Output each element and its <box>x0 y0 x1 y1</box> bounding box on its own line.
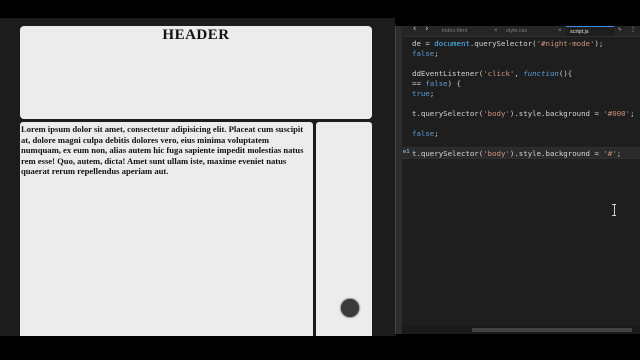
code-token: ; <box>616 149 622 158</box>
tab-index-html[interactable]: index.html × <box>438 26 504 36</box>
code-token: '#000' <box>603 109 631 118</box>
header-title: HEADER <box>162 27 230 43</box>
edit-icon[interactable]: ✎ <box>618 26 622 33</box>
code-token: '#night-mode' <box>536 39 595 48</box>
code-token: ); <box>594 39 604 48</box>
tab-style-css[interactable]: style.css × <box>502 26 568 36</box>
page-header: HEADER <box>20 26 372 119</box>
code-token: false <box>425 79 448 88</box>
code-token: 'click' <box>483 69 515 78</box>
code-token: true <box>412 89 430 98</box>
editor-tabbar: ‹ › index.html × style.css × script.js ✎… <box>402 26 640 37</box>
code-token: (){ <box>558 69 573 78</box>
code-token: ).style.background = <box>509 149 604 158</box>
tab-label: script.js <box>570 29 589 35</box>
back-arrow-icon[interactable]: ‹ <box>412 26 417 34</box>
code-token: ; <box>434 49 439 58</box>
code-token: '#' <box>603 149 617 158</box>
code-token: 'body' <box>483 109 510 118</box>
code-token: , <box>514 69 524 78</box>
code-token: == <box>412 79 426 88</box>
code-token: ; <box>434 129 439 138</box>
code-line[interactable]: de = document.querySelector('#night-mode… <box>412 39 603 49</box>
code-line[interactable]: t.querySelector('body').style.background… <box>412 149 621 159</box>
mouse-cursor-dot <box>341 299 359 317</box>
code-line[interactable]: t.querySelector('body').style.background… <box>412 109 635 119</box>
code-token: 'body' <box>483 149 510 158</box>
code-token: ; <box>429 89 435 98</box>
code-token: ) { <box>447 79 461 88</box>
close-icon[interactable]: × <box>558 26 562 36</box>
tab-label: index.html <box>442 28 468 34</box>
code-token: ddEventListener( <box>412 69 484 78</box>
code-token: t.querySelector( <box>412 109 484 118</box>
code-line[interactable]: true; <box>412 89 434 99</box>
code-token: .querySelector( <box>469 39 537 48</box>
more-icon[interactable]: ⋮ <box>630 26 636 33</box>
code-line[interactable]: ddEventListener('click', function(){ <box>412 69 572 79</box>
code-token: ; <box>630 109 635 118</box>
lorem-paragraph: Lorem ipsum dolor sit amet, consectetur … <box>21 124 304 177</box>
tab-label: style.css <box>506 28 528 34</box>
code-token: de = <box>412 39 435 48</box>
code-token: function <box>523 69 559 78</box>
horizontal-scrollbar[interactable] <box>472 328 632 332</box>
close-icon[interactable]: × <box>494 26 498 36</box>
code-line[interactable]: false; <box>412 49 439 59</box>
tab-script-js[interactable]: script.js <box>566 26 614 36</box>
code-token: false <box>412 49 435 58</box>
text-cursor-icon <box>612 204 616 216</box>
forward-arrow-icon[interactable]: › <box>424 26 429 34</box>
code-token: t.querySelector( <box>412 149 484 158</box>
code-token: document <box>434 39 470 48</box>
code-token: false <box>412 129 435 138</box>
code-line[interactable]: false; <box>412 129 439 139</box>
browser-viewport: HEADER Lorem ipsum dolor sit amet, conse… <box>0 18 395 336</box>
code-line[interactable]: == false) { <box>412 79 461 89</box>
line-number-badge: e1 <box>403 149 410 155</box>
main-content: Lorem ipsum dolor sit amet, consectetur … <box>20 122 313 336</box>
code-editor[interactable]: ‹ › index.html × style.css × script.js ✎… <box>402 26 640 334</box>
code-token: ).style.background = <box>509 109 604 118</box>
